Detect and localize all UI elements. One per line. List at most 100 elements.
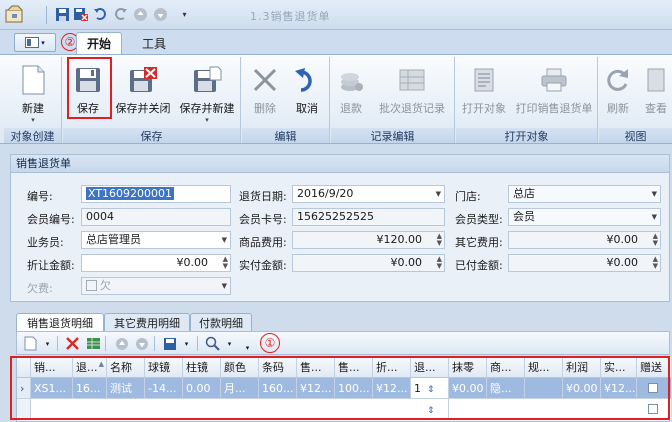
column-header[interactable]: 售... [335,357,373,378]
save-grid-icon[interactable] [161,335,178,352]
other-cost-input[interactable]: ¥0.00 ▲ ▼ [508,231,661,249]
spinner-icon[interactable]: ▲ ▼ [223,256,228,270]
table-cell[interactable]: 0.00 [183,378,221,399]
table-cell[interactable] [525,378,563,399]
table-cell[interactable]: 隐... [487,378,525,399]
table-cell[interactable]: ¥12... [297,378,335,399]
batch-return-records-button[interactable]: 批次退货记录 [371,59,453,125]
open-object-button[interactable]: 打开对象 [458,59,510,125]
new-button[interactable]: 新建 ▾ [4,59,62,125]
paid-input[interactable]: ¥0.00 ▲ ▼ [508,254,661,272]
row-selector-header [17,357,31,378]
delete-row-icon[interactable] [64,335,81,352]
column-header[interactable]: 柱镜 [183,357,221,378]
column-header[interactable]: 利润 [563,357,601,378]
column-header[interactable]: 抹零 [449,357,487,378]
app-icon[interactable] [3,4,27,26]
save-and-close-button[interactable]: 保存并关闭 [113,59,173,125]
save-icon[interactable] [54,6,71,23]
spinner-icon[interactable]: ▲ ▼ [437,256,442,270]
row-indicator-icon[interactable]: › [17,378,31,399]
column-header[interactable]: 折... [373,357,411,378]
tab-tools[interactable]: 工具 [134,32,174,54]
chevron-down-icon[interactable]: ▾ [221,335,238,352]
table-cell[interactable]: XS1... [31,378,73,399]
discount-input[interactable]: ¥0.00 ▲ ▼ [81,254,231,272]
save-close-icon[interactable] [72,6,89,23]
chevron-down-icon[interactable]: ▾ [39,335,56,352]
spinner-icon[interactable]: ⇕ [427,380,435,398]
column-header[interactable]: 销... [31,357,73,378]
move-down-icon[interactable] [133,335,150,352]
tab-start[interactable]: 开始 [76,32,122,54]
column-header[interactable]: 退... [411,357,449,378]
refresh-button[interactable]: 刷新 [601,59,635,125]
refund-button[interactable]: 退款 [333,59,369,125]
column-header[interactable]: 实... [601,357,637,378]
new-row-icon[interactable] [22,335,39,352]
export-excel-icon[interactable] [85,335,102,352]
column-header[interactable]: 规... [525,357,563,378]
undo-icon[interactable] [92,6,109,23]
table-cell[interactable]: 16... [73,378,107,399]
column-header[interactable]: 球镜 [145,357,183,378]
print-return-slip-button[interactable]: 打印销售退货单 [512,59,596,125]
spinner-icon[interactable]: ▲ ▼ [437,233,442,247]
code-input[interactable]: XT1609200001 [81,185,231,203]
new-row-gift-cell[interactable] [637,399,671,420]
column-header[interactable]: 颜色 [221,357,259,378]
new-row-qty-cell[interactable]: ⇕ [411,399,449,420]
return-date-picker[interactable]: 2016/9/20 ▼ [292,185,445,203]
table-cell[interactable]: 月... [221,378,259,399]
salesperson-select[interactable]: 总店管理员 ▼ [81,231,231,249]
table-cell[interactable]: -14... [145,378,183,399]
column-header[interactable]: 赠送 [637,357,671,378]
overflow-icon[interactable]: ▾ [239,339,256,356]
chevron-down-icon[interactable]: ▾ [178,335,195,352]
tab-other-cost-detail[interactable]: 其它费用明细 [104,313,190,331]
spinner-icon[interactable]: ▲ ▼ [653,233,658,247]
member-type-select[interactable]: 会员 ▼ [508,208,661,226]
table-cell[interactable]: 100... [335,378,373,399]
cancel-button[interactable]: 取消 [286,59,328,125]
table-cell[interactable]: 160... [259,378,297,399]
new-document-icon [16,63,50,97]
column-header[interactable]: 条码 [259,357,297,378]
view-button[interactable]: 查看 [639,59,672,125]
forward-icon[interactable] [152,6,169,23]
ribbon-tab-row: ▾ ② 开始 工具 [0,30,672,54]
spinner-icon[interactable]: ⇕ [427,401,435,420]
gift-checkbox-cell[interactable] [637,378,671,399]
column-header[interactable]: 名称 [107,357,145,378]
customize-icon[interactable]: ▾ [176,6,193,23]
records-icon [395,63,429,97]
goods-cost-input[interactable]: ¥120.00 ▲ ▼ [292,231,445,249]
member-no-input[interactable]: 0004 [81,208,231,226]
table-cell[interactable]: ¥12... [601,378,637,399]
spinner-icon[interactable]: ▲ ▼ [653,256,658,270]
column-header[interactable]: 商... [487,357,525,378]
table-cell[interactable]: ¥0.00 [449,378,487,399]
table-cell[interactable]: 测试 [107,378,145,399]
tab-payment-detail[interactable]: 付款明细 [190,313,252,331]
column-header[interactable]: 退... ▲ [73,357,107,378]
return-qty-cell[interactable]: 1 ⇕ [411,378,449,399]
column-header[interactable]: 售... [297,357,335,378]
move-up-icon[interactable] [113,335,130,352]
redo-icon[interactable] [112,6,129,23]
back-icon[interactable] [132,6,149,23]
table-cell[interactable]: ¥12... [373,378,411,399]
tab-return-detail[interactable]: 销售退货明细 [16,313,104,332]
delete-button[interactable]: 删除 [244,59,286,125]
save-and-new-button[interactable]: 保存并新建 ▾ [175,59,239,125]
store-select[interactable]: 总店 ▼ [508,185,661,203]
find-icon[interactable] [204,335,221,352]
salesperson-label: 业务员: [27,236,64,249]
actual-pay-input[interactable]: ¥0.00 ▲ ▼ [292,254,445,272]
owed-checkbox[interactable]: 欠 ▼ [81,277,231,295]
chevron-down-icon: ▼ [435,190,441,198]
new-row-selector[interactable] [17,399,31,420]
table-cell[interactable]: ¥0.00 [563,378,601,399]
app-menu-button[interactable]: ▾ [14,33,56,52]
member-card-input[interactable]: 15625252525 [292,208,445,226]
